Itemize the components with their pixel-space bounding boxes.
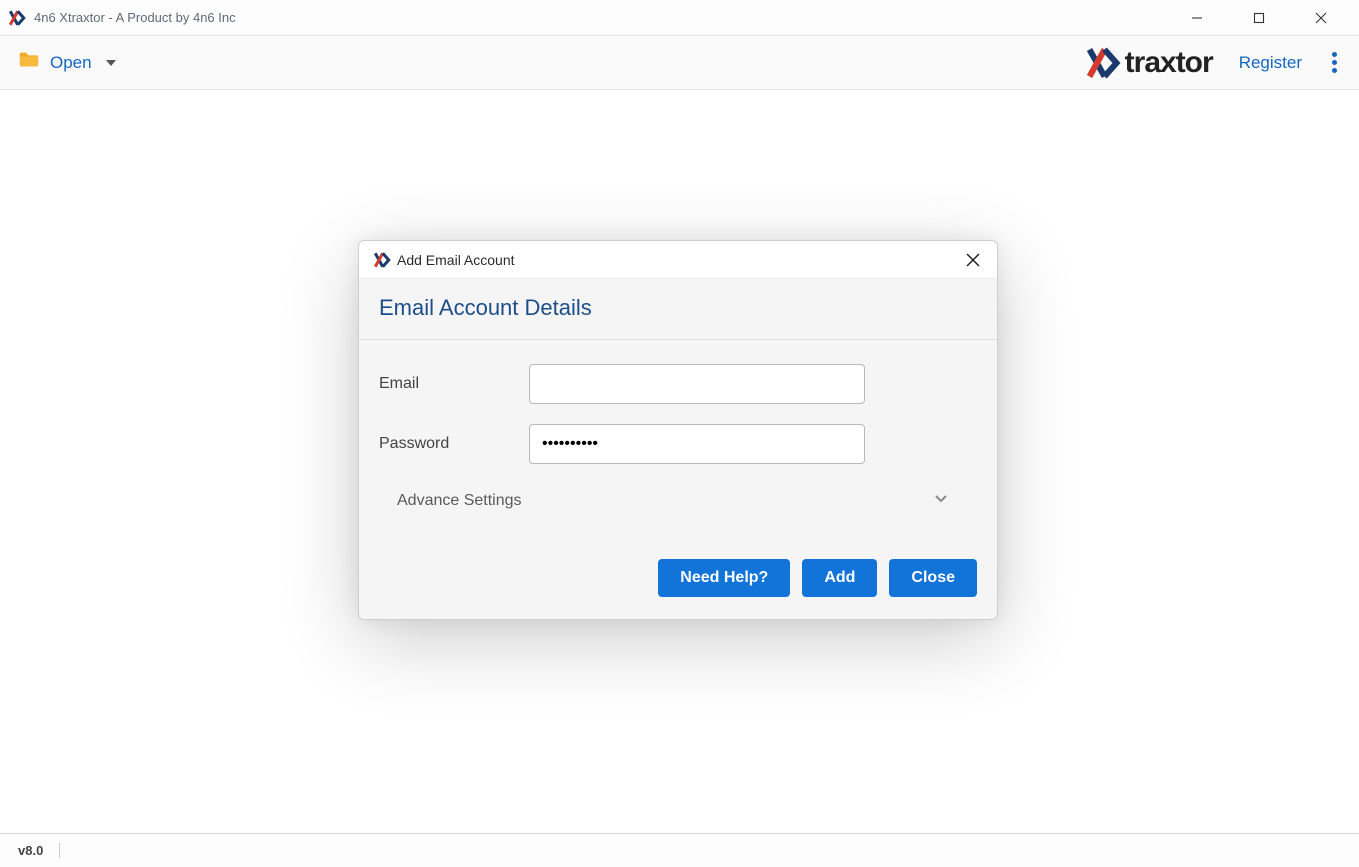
version-label: v8.0: [18, 843, 60, 858]
folder-icon: [18, 49, 40, 76]
dialog-body: Email Password Advance Settings: [359, 340, 997, 551]
more-menu-button[interactable]: [1328, 52, 1341, 73]
brand-x-icon: [1085, 45, 1121, 81]
email-input[interactable]: [529, 364, 865, 404]
need-help-button[interactable]: Need Help?: [658, 559, 790, 597]
dialog-footer: Need Help? Add Close: [359, 551, 997, 619]
window-titlebar: 4n6 Xtraxtor - A Product by 4n6 Inc: [0, 0, 1359, 36]
brand-logo: traxtor: [1085, 45, 1213, 81]
dialog-close-button[interactable]: [963, 250, 983, 270]
add-button[interactable]: Add: [802, 559, 877, 597]
chevron-down-icon: [933, 490, 949, 511]
window-title: 4n6 Xtraxtor - A Product by 4n6 Inc: [34, 10, 236, 25]
dialog-titlebar: Add Email Account: [359, 241, 997, 279]
close-button[interactable]: Close: [889, 559, 977, 597]
add-email-account-dialog: Add Email Account Email Account Details …: [358, 240, 998, 620]
dialog-title: Add Email Account: [397, 252, 515, 268]
main-toolbar: Open traxtor Register: [0, 36, 1359, 90]
maximize-button[interactable]: [1239, 3, 1279, 33]
advance-settings-label: Advance Settings: [397, 492, 522, 510]
open-label: Open: [50, 53, 92, 73]
main-content-area: Add Email Account Email Account Details …: [0, 90, 1359, 833]
advance-settings-toggle[interactable]: Advance Settings: [379, 486, 977, 515]
open-menu-button[interactable]: Open: [18, 49, 116, 76]
email-label: Email: [379, 375, 529, 393]
dialog-header: Email Account Details: [359, 279, 997, 340]
status-bar: v8.0: [0, 833, 1359, 867]
dialog-heading: Email Account Details: [379, 295, 977, 321]
chevron-down-icon: [106, 60, 116, 66]
close-window-button[interactable]: [1301, 3, 1341, 33]
password-input[interactable]: [529, 424, 865, 464]
register-link[interactable]: Register: [1239, 53, 1302, 73]
password-label: Password: [379, 435, 529, 453]
brand-name-text: traxtor: [1125, 46, 1213, 80]
minimize-button[interactable]: [1177, 3, 1217, 33]
app-logo-icon: [8, 9, 26, 27]
dialog-logo-icon: [373, 251, 391, 269]
